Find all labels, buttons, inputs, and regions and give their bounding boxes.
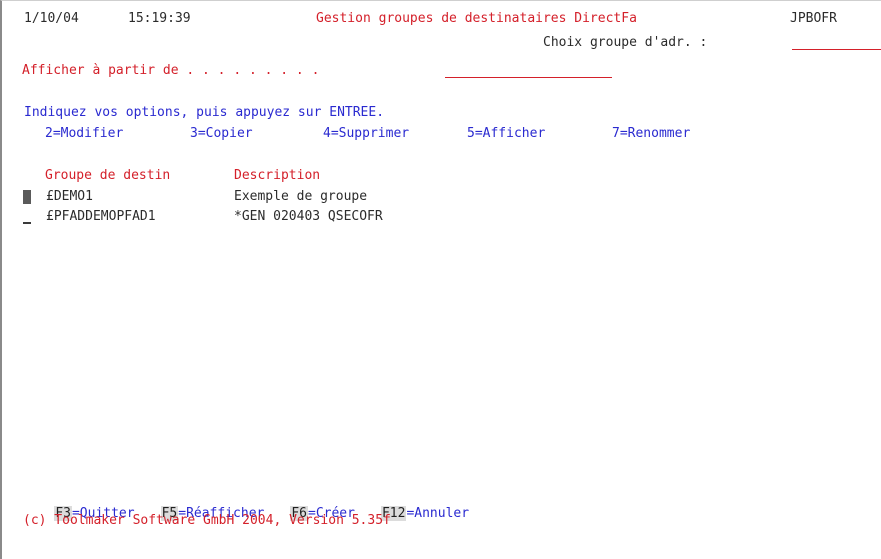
f12-key-text: =Annuler: [406, 506, 470, 521]
option-afficher: 5=Afficher: [467, 126, 546, 141]
position-prompt-label: Afficher à partir de . . . . . . . . .: [22, 63, 320, 78]
option-modifier: 2=Modifier: [45, 126, 124, 141]
header-date: 1/10/04: [24, 11, 79, 26]
page-title: Gestion groupes de destinataires DirectF…: [316, 11, 637, 26]
option-copier: 3=Copier: [190, 126, 253, 141]
table-row-group: £PFADDEMOPFAD1: [46, 209, 156, 224]
choix-groupe-label: Choix groupe d'adr. :: [543, 35, 708, 50]
option-renommer: 7=Renommer: [612, 126, 691, 141]
cursor-icon: [23, 190, 31, 204]
row-option-input[interactable]: [23, 190, 31, 206]
table-row-description: *GEN 020403 QSECOFR: [234, 209, 383, 224]
table-row-group: £DEMO1: [46, 189, 93, 204]
f12-annuler-key[interactable]: F12=Annuler: [380, 506, 470, 521]
row-option-input[interactable]: [23, 210, 31, 226]
system-name: JPBOFR: [790, 11, 837, 26]
table-row-description: Exemple de groupe: [234, 189, 368, 204]
copyright-text: (c) Toolmaker Software GmbH 2004, Versio…: [23, 513, 391, 528]
position-input[interactable]: [445, 63, 612, 78]
instructions-text: Indiquez vos options, puis appuyez sur E…: [24, 105, 385, 120]
choix-groupe-input[interactable]: [792, 35, 881, 50]
option-supprimer: 4=Supprimer: [323, 126, 410, 141]
header-time: 15:19:39: [128, 11, 191, 26]
terminal-screen: 1/10/04 15:19:39 Gestion groupes de dest…: [0, 0, 881, 559]
column-header-group: Groupe de destin: [45, 168, 171, 183]
underscore-field-icon: [23, 210, 31, 224]
column-header-description: Description: [234, 168, 321, 183]
